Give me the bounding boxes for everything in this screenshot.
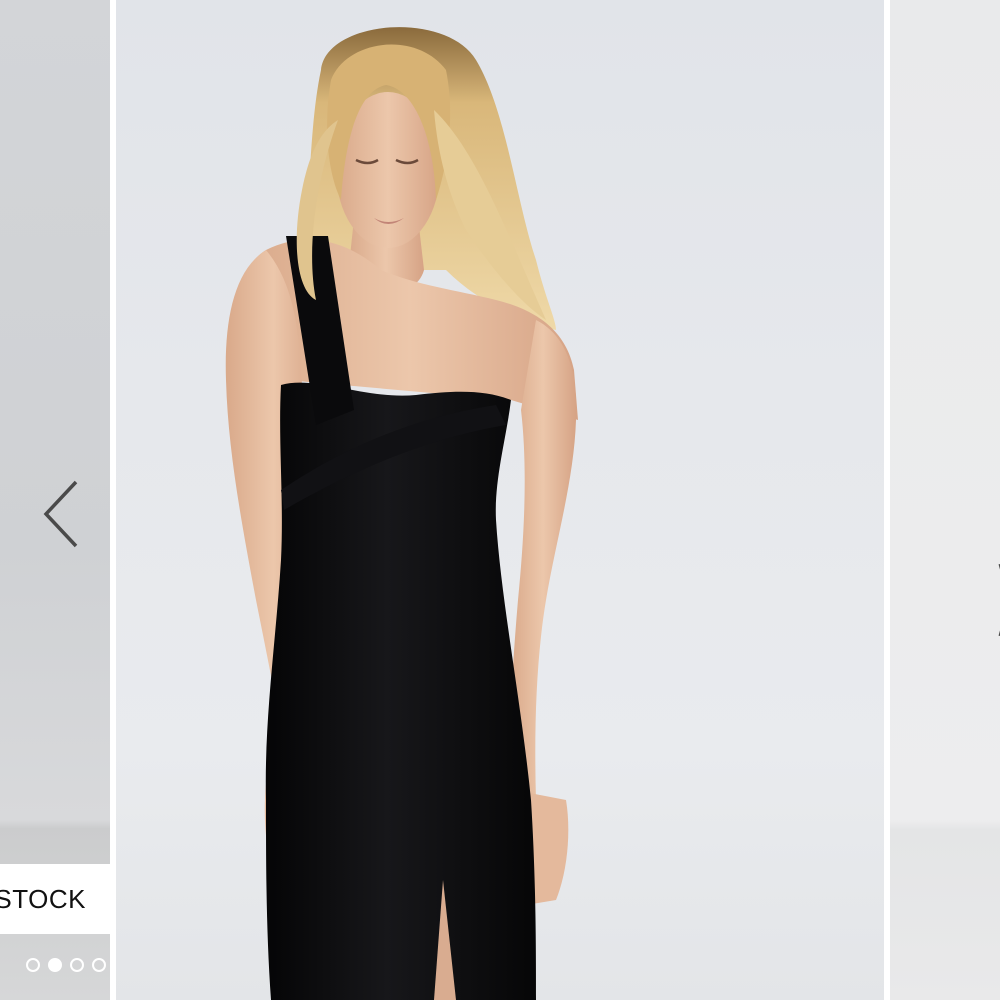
chevron-right-icon[interactable] bbox=[996, 560, 1000, 640]
product-image-carousel: STOCK bbox=[0, 0, 1000, 1000]
previous-slide-image[interactable]: STOCK bbox=[0, 0, 110, 1000]
main-product-image[interactable] bbox=[116, 0, 884, 1000]
model-in-dress-image bbox=[225, 27, 578, 1000]
next-slide-image[interactable] bbox=[890, 0, 1000, 1000]
pagination-dot-4[interactable] bbox=[92, 958, 106, 972]
stock-badge-label: STOCK bbox=[0, 883, 86, 914]
pagination-dot-3[interactable] bbox=[70, 958, 84, 972]
carousel-pagination bbox=[26, 958, 106, 972]
stock-badge: STOCK bbox=[0, 864, 110, 934]
chevron-left-icon[interactable] bbox=[40, 478, 84, 550]
pagination-dot-2[interactable] bbox=[48, 958, 62, 972]
pagination-dot-1[interactable] bbox=[26, 958, 40, 972]
